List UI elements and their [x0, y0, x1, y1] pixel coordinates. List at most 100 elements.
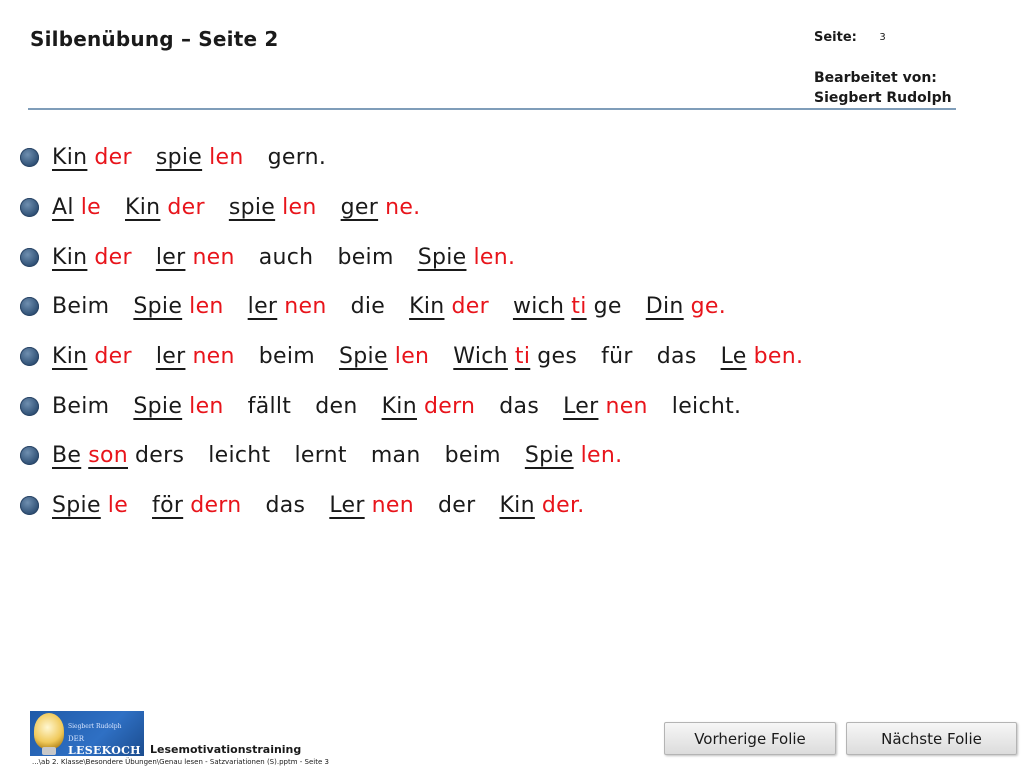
editor-label: Bearbeitet von: — [814, 70, 937, 86]
syllable: dern — [190, 493, 242, 519]
syllable: Al — [52, 195, 74, 221]
syllable: Wich — [453, 344, 508, 370]
editor-name: Siegbert Rudolph — [814, 90, 952, 106]
sentence-line: Beim Spie len fällt den Kin dern das Ler nen leich… — [20, 381, 803, 431]
page-number: 3 — [879, 32, 886, 43]
syllable: le — [107, 493, 129, 519]
sentence: Beim Spie len ler nen die Kin der wich ti ge Din ge. — [52, 294, 726, 319]
syllable: Kin — [52, 244, 88, 270]
sentence-line: Beim Spie len ler nen die Kin der wich ti ge Din ge. — [20, 282, 803, 332]
syllable: son — [88, 443, 128, 469]
sentence-line: Kin der ler nen beim Spie len Wich ti ges für das Le… — [20, 332, 803, 382]
syllable: nen — [192, 244, 235, 270]
sentence-line: Kin der spie len gern. — [20, 133, 803, 183]
syllable: der — [94, 244, 132, 270]
next-slide-button[interactable]: Nächste Folie — [846, 722, 1017, 755]
sentence: Al le Kin der spie len ger ne. — [52, 195, 420, 220]
lightbulb-icon — [34, 713, 64, 749]
syllable: Ler — [329, 493, 365, 519]
syllable: lernt — [294, 443, 347, 469]
logo-brand-small: DER — [68, 735, 84, 743]
syllable: gern. — [267, 145, 327, 171]
bullet-icon — [20, 148, 39, 168]
bullet-icon — [20, 446, 39, 466]
syllable: ler — [155, 344, 186, 370]
syllable: Spie — [339, 344, 388, 370]
bullet-icon — [20, 247, 39, 267]
previous-slide-button[interactable]: Vorherige Folie — [664, 722, 836, 755]
syllable: Beim — [52, 294, 110, 320]
syllable: ben. — [753, 344, 804, 370]
sentence: Kin der ler nen auch beim Spie len. — [52, 245, 515, 270]
syllable: nen — [371, 493, 414, 519]
syllable: ge — [593, 294, 622, 320]
syllable: Spie — [52, 493, 101, 519]
syllable: der — [167, 195, 205, 221]
syllable: das — [656, 344, 697, 370]
syllable: das — [499, 393, 540, 419]
syllable: len — [394, 344, 430, 370]
syllable: der — [94, 344, 132, 370]
syllable: Kin — [409, 294, 445, 320]
syllable: len. — [473, 244, 516, 270]
syllable: Spie — [417, 244, 467, 270]
syllable: len — [282, 195, 317, 221]
bullet-icon — [20, 297, 39, 317]
logo-author: Siegbert Rudolph — [68, 723, 122, 730]
syllable: ger — [340, 195, 379, 221]
syllable: len. — [580, 443, 623, 469]
syllable: man — [370, 443, 421, 469]
syllable: das — [265, 493, 306, 519]
syllable: ler — [155, 244, 186, 270]
syllable: ge. — [690, 294, 727, 320]
syllable: ders — [135, 443, 185, 469]
syllable: Le — [720, 344, 747, 370]
bullet-icon — [20, 396, 39, 416]
lightbulb-base — [42, 747, 56, 755]
sentence-line: Spie le för dern das Ler nen der Kin der. — [20, 481, 803, 531]
syllable: spie — [155, 145, 203, 171]
sentence: Kin der ler nen beim Spie len Wich ti ges für das Le… — [52, 344, 803, 369]
syllable: ne. — [385, 195, 421, 221]
bullet-icon — [20, 347, 39, 367]
syllable: der — [94, 145, 132, 171]
syllable: Kin — [499, 493, 535, 519]
syllable: leicht — [208, 443, 271, 469]
syllable: Spie — [133, 294, 183, 320]
syllable: der — [438, 493, 476, 519]
lesekoch-logo: Siegbert Rudolph DER LESEKOCH — [30, 711, 144, 756]
syllable: der — [451, 294, 489, 320]
bullet-icon — [20, 496, 39, 516]
syllable: len — [189, 393, 224, 419]
syllable: Kin — [125, 195, 161, 221]
syllable: leicht. — [671, 393, 742, 419]
syllable: für — [601, 344, 633, 370]
logo-brand-name: LESEKOCH — [68, 744, 141, 756]
syllable: Spie — [524, 443, 574, 469]
syllable: Kin — [52, 344, 88, 370]
sentence: Kin der spie len gern. — [52, 145, 326, 170]
syllable: ler — [247, 294, 278, 320]
syllable: dern — [423, 393, 476, 419]
footer-title: Lesemotivationstraining — [150, 743, 302, 756]
syllable: fällt — [247, 393, 292, 419]
footer-file-path: ...\ab 2. Klasse\Besondere Übungen\Genau… — [32, 758, 329, 766]
syllable: för — [152, 493, 184, 519]
syllable: Be — [52, 443, 82, 469]
sentence-list: Kin der spie len gern. Al le Kin der spie len ger ne… — [20, 133, 803, 531]
syllable: ti — [514, 344, 531, 370]
syllable: den — [315, 393, 358, 419]
syllable: ti — [571, 294, 587, 320]
syllable: beim — [337, 244, 394, 270]
syllable: spie — [228, 195, 276, 221]
syllable: nen — [192, 344, 235, 370]
syllable: Kin — [381, 393, 417, 419]
syllable: der. — [541, 493, 585, 519]
slide-title: Silbenübung – Seite 2 — [30, 27, 279, 51]
sentence: Be son ders leicht lernt man beim Spie len. — [52, 443, 622, 468]
sentence: Beim Spie len fällt den Kin dern das Ler nen leich… — [52, 394, 741, 419]
header-divider — [28, 108, 956, 110]
syllable: len — [189, 294, 224, 320]
syllable: Spie — [133, 393, 183, 419]
syllable: len — [209, 145, 244, 171]
